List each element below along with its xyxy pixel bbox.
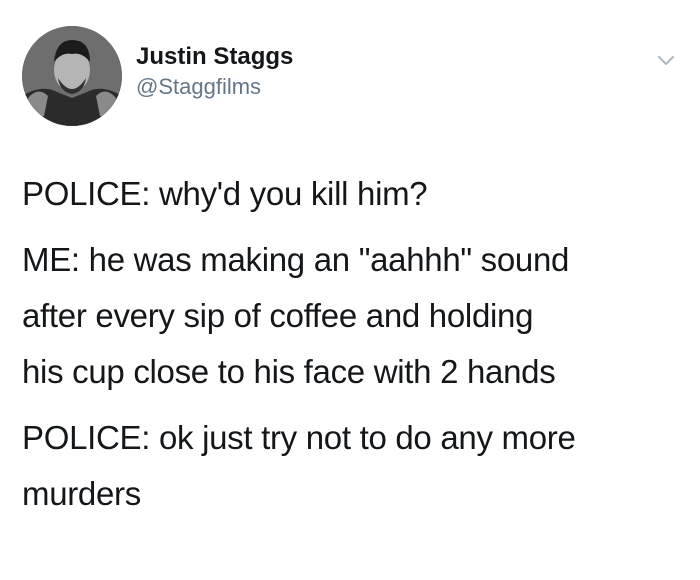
tweet-paragraph: POLICE: ok just try not to do any more m… — [22, 419, 576, 512]
user-info: Justin Staggs @Staggfilms — [136, 42, 293, 102]
avatar-photo — [22, 26, 122, 126]
tweet-paragraph: ME: he was making an "aahhh" sound after… — [22, 241, 570, 390]
tweet-text: POLICE: why'd you kill him? ME: he was m… — [22, 166, 682, 532]
avatar[interactable] — [22, 26, 122, 126]
display-name[interactable]: Justin Staggs — [136, 42, 293, 72]
chevron-down-icon[interactable] — [654, 48, 678, 72]
tweet-paragraph: POLICE: why'd you kill him? — [22, 175, 428, 212]
tweet-header: Justin Staggs @Staggfilms — [22, 26, 678, 126]
tweet-card: Justin Staggs @Staggfilms POLICE: why'd … — [0, 0, 700, 580]
user-handle[interactable]: @Staggfilms — [136, 72, 293, 102]
